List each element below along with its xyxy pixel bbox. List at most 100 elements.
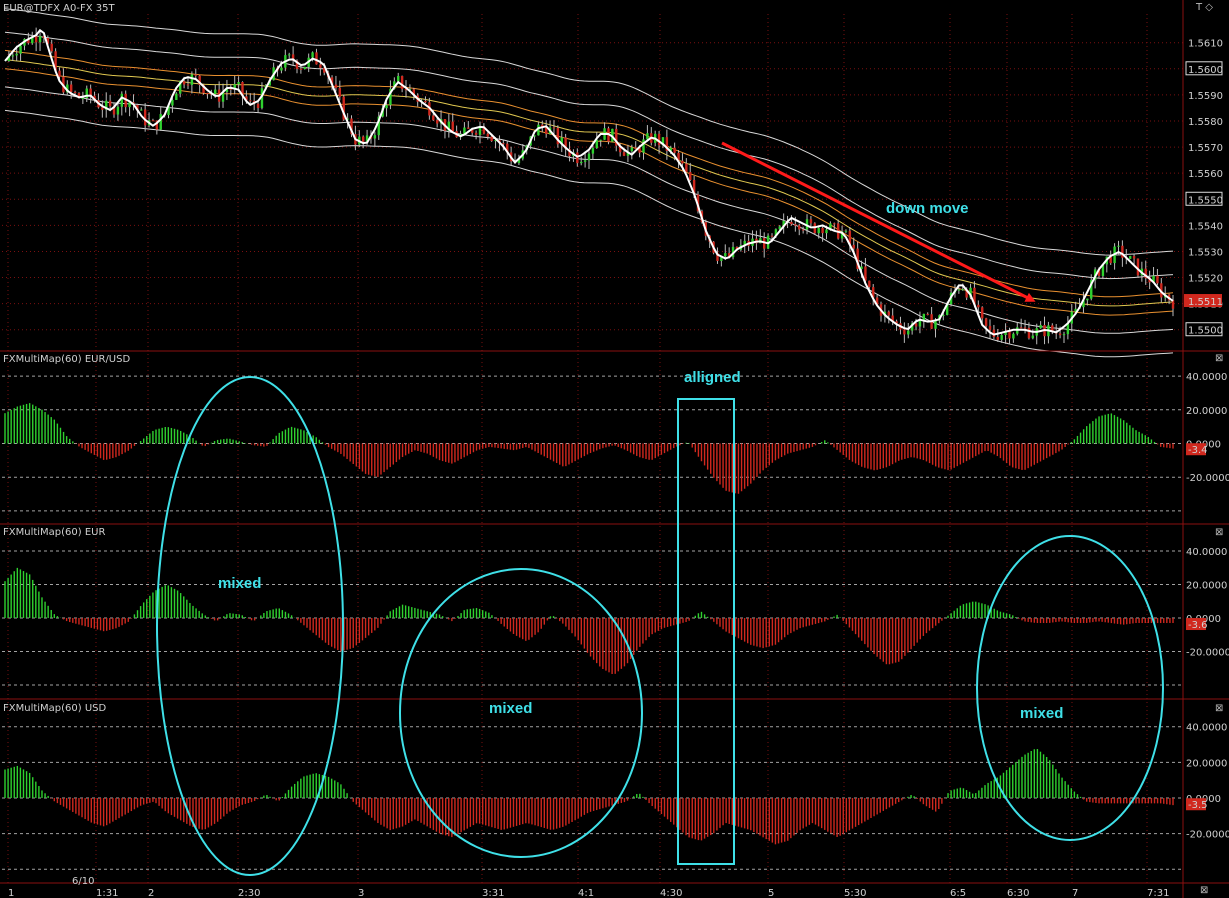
candle-body <box>303 67 306 70</box>
annotation-down-move: down move <box>886 200 969 217</box>
candle-body <box>591 148 595 154</box>
candle-body <box>689 171 692 180</box>
price-tick-label: 1.5530 <box>1188 247 1223 258</box>
last-price-label: 1.5511 <box>1188 297 1223 308</box>
candle-body <box>599 139 602 141</box>
histogram-tick-label: 20.0000 <box>1186 406 1227 417</box>
candle-body <box>15 53 18 56</box>
candle-body <box>801 229 805 231</box>
price-tick-label: 1.5610 <box>1188 39 1223 50</box>
candle-body <box>825 229 828 234</box>
histogram-tick-label: -20.0000 <box>1186 647 1229 658</box>
candle-body <box>798 225 801 230</box>
candle-body <box>576 152 579 164</box>
candle-body <box>171 99 174 106</box>
candle-body <box>81 98 85 100</box>
annotation-mixed-right: mixed <box>1020 705 1063 722</box>
histogram-last-value: -3.6 <box>1188 620 1208 631</box>
band-orange-lower <box>4 68 1174 316</box>
candle-body <box>186 84 190 86</box>
zoom-controls-icon[interactable]: ⊠ <box>1200 885 1208 896</box>
candle-body <box>397 76 400 82</box>
candle-body <box>490 136 493 141</box>
candle-body <box>194 74 197 76</box>
histogram-pane-title-usd: FXMultiMap(60) USD <box>3 703 107 714</box>
candle-body <box>11 55 14 57</box>
histogram-tick-label: 40.0000 <box>1186 723 1227 734</box>
time-tick-label: 4:30 <box>660 888 682 898</box>
candle-body <box>120 93 123 107</box>
time-tick-label: 2 <box>148 888 154 898</box>
annotation-alligned: alligned <box>684 369 741 386</box>
candle-body <box>1023 327 1027 329</box>
candle-body <box>373 135 377 139</box>
candle-body <box>914 323 918 327</box>
candle-body <box>996 336 999 340</box>
chart-canvas: 1.5610 1.5600 1.5590 1.5580 1.5570 1.5560 1.55… <box>0 0 1229 898</box>
down-move-arrow <box>721 141 1036 302</box>
candle-body <box>1008 331 1011 339</box>
candle-body <box>338 87 342 97</box>
candle-body <box>887 311 890 316</box>
candle-body <box>175 93 178 100</box>
time-tick-label: 1 <box>8 888 14 898</box>
close-icon[interactable]: ⊠ <box>1215 527 1223 538</box>
candle-body <box>400 76 404 89</box>
histogram-tick-label: 40.0000 <box>1186 372 1227 383</box>
time-tick-label: 4:1 <box>578 888 594 898</box>
histogram-layer <box>4 403 1174 845</box>
candle-body <box>108 100 112 107</box>
candle-body <box>926 313 929 315</box>
candle-body <box>977 304 980 308</box>
candle-body <box>474 132 478 135</box>
candle-body <box>833 223 836 225</box>
candle-body <box>432 115 435 121</box>
candle-body <box>182 81 186 85</box>
date-label: 6/10 <box>72 876 94 887</box>
candle-body <box>50 43 53 52</box>
annotation-mixed-left: mixed <box>218 575 261 592</box>
band-mid-lower <box>4 86 1174 334</box>
candle-body <box>903 329 906 335</box>
histogram-tick-label: 40.0000 <box>1186 547 1227 558</box>
candle-body <box>961 289 964 291</box>
candle-body <box>237 82 240 85</box>
candle-body <box>852 244 855 249</box>
candle-body <box>1039 325 1042 329</box>
candle-body <box>435 120 439 124</box>
price-tick-label: 1.5550 <box>1188 195 1223 206</box>
pane-controls[interactable]: T ◇ <box>1195 2 1213 13</box>
candle-body <box>1062 334 1066 336</box>
candle-body <box>151 120 155 122</box>
time-tick-label: 1:31 <box>96 888 118 898</box>
histogram-last-value: -3.5 <box>1188 800 1208 811</box>
candle-body <box>385 105 388 109</box>
candle-body <box>681 160 684 164</box>
candle-body <box>19 45 22 54</box>
candle-body <box>249 100 252 102</box>
close-icon[interactable]: ⊠ <box>1215 353 1223 364</box>
close-icon[interactable]: ⊠ <box>1215 703 1223 714</box>
candle-body <box>770 235 774 237</box>
time-tick-label: 7 <box>1072 888 1078 898</box>
price-tick-label: 1.5590 <box>1188 91 1223 102</box>
price-tick-label: 1.5560 <box>1188 169 1223 180</box>
time-tick-label: 7:31 <box>1147 888 1169 898</box>
candle-body <box>794 224 797 226</box>
candle-body <box>1027 327 1031 339</box>
candle-body <box>140 109 143 111</box>
candle-body <box>280 67 283 71</box>
candle-body <box>724 253 727 257</box>
candle-body <box>552 127 556 129</box>
candle-body <box>361 136 365 142</box>
price-tick-label: 1.5570 <box>1188 143 1223 154</box>
candle-body <box>1156 275 1159 284</box>
candle-body <box>922 313 926 321</box>
price-tick-label: 1.5520 <box>1188 274 1223 285</box>
candle-body <box>299 68 303 70</box>
candle-body <box>642 139 645 153</box>
price-tick-label: 1.5500 <box>1188 326 1223 337</box>
candle-body <box>622 152 626 156</box>
candle-body <box>214 89 217 95</box>
candle-body <box>311 52 314 58</box>
